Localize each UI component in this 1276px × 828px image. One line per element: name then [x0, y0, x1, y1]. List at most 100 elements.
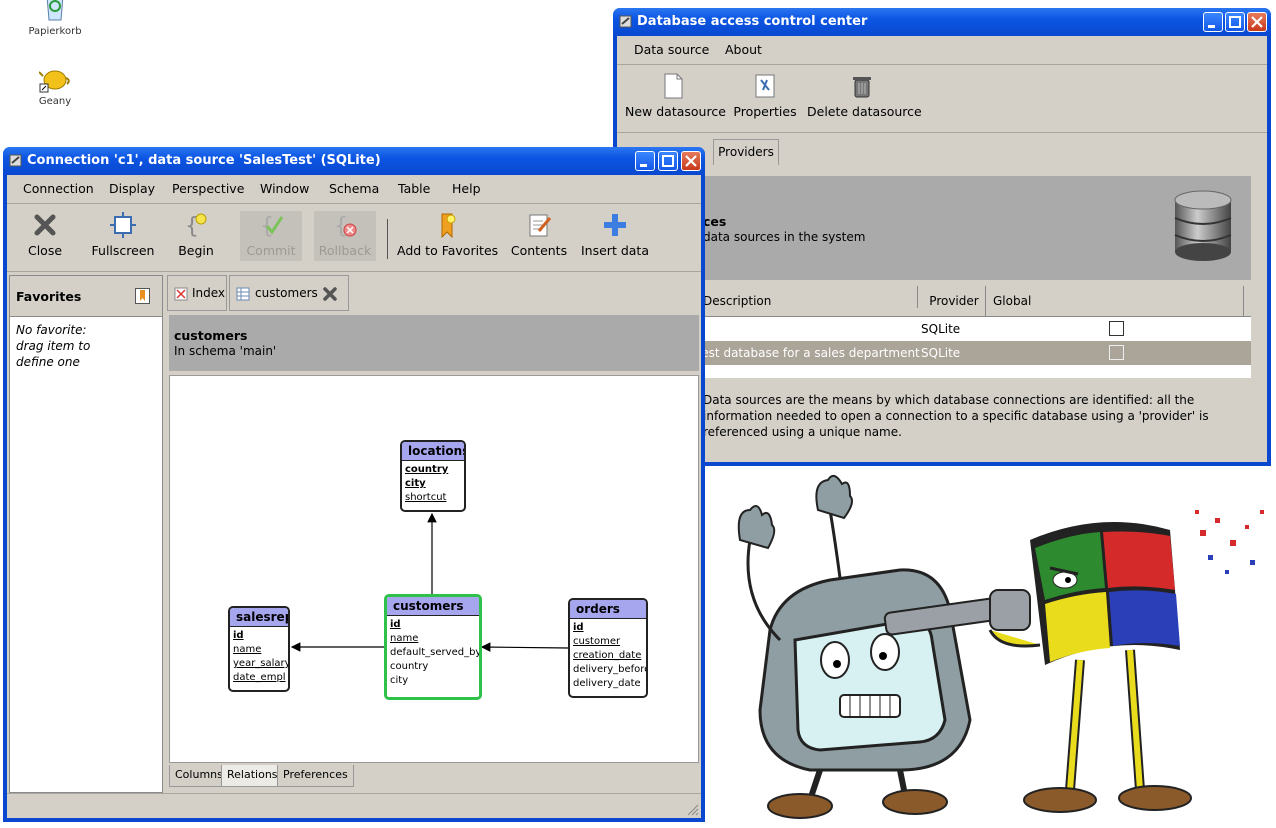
begin-button[interactable]: { Begin: [171, 211, 221, 258]
cartoon-illustration: [700, 470, 1276, 825]
toolbar-separator: [7, 271, 701, 272]
tab-providers[interactable]: Providers: [713, 139, 779, 165]
menu-separator: [617, 64, 1267, 65]
entity-locations[interactable]: locations country city shortcut: [400, 440, 466, 512]
cartoon-drawing: [737, 474, 1264, 819]
menu-table[interactable]: Table: [398, 181, 430, 196]
relations-diagram: locations country city shortcut salesrep…: [169, 375, 699, 763]
entity-field: customer: [573, 636, 621, 647]
connection-window: Connection 'c1', data source 'SalesTest'…: [3, 147, 705, 822]
add-to-favorites-button[interactable]: Add to Favorites: [397, 211, 499, 258]
close-button[interactable]: [681, 151, 701, 171]
datasource-table: Description Provider Global SQLite Test …: [696, 286, 1251, 378]
insert-data-button[interactable]: Insert data: [581, 211, 649, 258]
trash-can-icon: [848, 72, 876, 100]
close-connection-button[interactable]: Close: [21, 211, 69, 258]
entity-title: locations: [402, 442, 464, 461]
table-icon: [236, 287, 250, 301]
delete-datasource-label: Delete datasource: [807, 104, 922, 119]
tab-index[interactable]: Index: [167, 275, 227, 311]
entity-field: id: [233, 630, 244, 641]
tab-relations[interactable]: Relations: [221, 765, 284, 787]
menu-window[interactable]: Window: [260, 181, 309, 196]
favorites-empty-line: No favorite:: [16, 323, 87, 337]
connection-titlebar[interactable]: Connection 'c1', data source 'SalesTest'…: [3, 147, 705, 175]
contents-label: Contents: [510, 243, 568, 258]
dacc-header-subtitle: data sources in the system: [703, 230, 866, 244]
commit-button[interactable]: { Commit: [240, 211, 302, 258]
maximize-icon: [662, 155, 674, 167]
properties-label: Properties: [733, 104, 797, 119]
connection-client: Connection Display Perspective Window Sc…: [7, 175, 701, 818]
tab-columns[interactable]: Columns: [169, 765, 229, 787]
tab-close-icon[interactable]: [322, 286, 338, 302]
column-global[interactable]: Global: [989, 286, 1244, 316]
entity-orders[interactable]: orders id customer creation_date deliver…: [568, 598, 648, 698]
properties-icon: [751, 72, 779, 100]
tab-index-label: Index: [192, 286, 226, 300]
entity-field: default_served_by: [390, 647, 482, 658]
insert-data-label: Insert data: [581, 243, 649, 258]
rollback-button[interactable]: { Rollback: [314, 211, 376, 258]
menu-separator: [7, 203, 701, 204]
resize-grip-icon[interactable]: [685, 802, 699, 816]
object-name: customers: [174, 328, 248, 343]
row-description: Test database for a sales department: [696, 346, 920, 360]
desktop-icon-label: Geany: [38, 96, 72, 107]
entity-field: id: [573, 622, 584, 633]
favorites-empty-line: define one: [16, 355, 80, 369]
tab-preferences[interactable]: Preferences: [277, 765, 354, 787]
dacc-menubar: Data source About: [617, 36, 1267, 62]
table-row[interactable]: SQLite: [703, 317, 1251, 341]
new-datasource-button[interactable]: New datasource: [625, 72, 726, 119]
row-provider: SQLite: [921, 322, 961, 336]
minimize-button[interactable]: [1203, 12, 1223, 32]
database-cylinder-icon: [1171, 188, 1235, 265]
entity-field: date_empl: [233, 672, 286, 683]
contents-button[interactable]: Contents: [509, 211, 569, 258]
maximize-button[interactable]: [1225, 12, 1245, 32]
begin-transaction-icon: {: [182, 211, 210, 239]
entity-salesrep[interactable]: salesrep id name year_salary date_empl: [228, 606, 290, 692]
maximize-icon: [1229, 16, 1241, 28]
minimize-button[interactable]: [635, 151, 655, 171]
menu-help[interactable]: Help: [452, 181, 481, 196]
relation-orders-customers: [480, 642, 569, 652]
table-row[interactable]: Test database for a sales department SQL…: [696, 341, 1251, 365]
entity-field: delivery_before: [573, 664, 648, 675]
maximize-button[interactable]: [658, 151, 678, 171]
contents-icon: [525, 211, 553, 239]
menu-data-source[interactable]: Data source: [634, 42, 709, 57]
favorites-panel: Favorites No favorite: drag item to defi…: [9, 275, 163, 793]
geany-teapot-icon: [38, 62, 71, 94]
menu-connection[interactable]: Connection: [23, 181, 94, 196]
entity-customers[interactable]: customers id name default_served_by coun…: [384, 594, 482, 700]
scared-computer-figure: [737, 474, 972, 819]
global-checkbox[interactable]: [1109, 321, 1124, 336]
global-checkbox[interactable]: [1109, 345, 1124, 360]
dacc-titlebar[interactable]: Database access control center: [613, 8, 1271, 36]
minimize-icon: [640, 164, 647, 167]
desktop-icon-recycle-bin[interactable]: Papierkorb: [20, 0, 90, 37]
column-provider[interactable]: Provider: [923, 286, 986, 316]
menu-display[interactable]: Display: [109, 181, 155, 196]
dacc-header-title: ces: [703, 214, 727, 229]
tab-customers[interactable]: customers: [229, 275, 349, 311]
menu-schema[interactable]: Schema: [329, 181, 379, 196]
properties-button[interactable]: Properties: [733, 72, 797, 119]
window-title: Database access control center: [637, 14, 868, 29]
delete-datasource-button[interactable]: Delete datasource: [807, 72, 922, 119]
desktop-icon-geany[interactable]: Geany: [20, 62, 90, 107]
favorites-empty-message: No favorite: drag item to define one: [16, 322, 90, 370]
fullscreen-label: Fullscreen: [91, 243, 155, 258]
close-button[interactable]: [1247, 12, 1267, 32]
add-to-favorites-label: Add to Favorites: [397, 243, 499, 258]
fullscreen-button[interactable]: Fullscreen: [87, 211, 159, 258]
tab-customers-label: customers: [255, 286, 318, 300]
menu-about[interactable]: About: [725, 42, 762, 57]
menu-perspective[interactable]: Perspective: [172, 181, 244, 196]
bookmark-icon[interactable]: [135, 288, 150, 304]
minimize-icon: [1208, 25, 1215, 28]
toolbar-separator: [617, 132, 1267, 133]
column-description[interactable]: Description: [703, 286, 918, 308]
